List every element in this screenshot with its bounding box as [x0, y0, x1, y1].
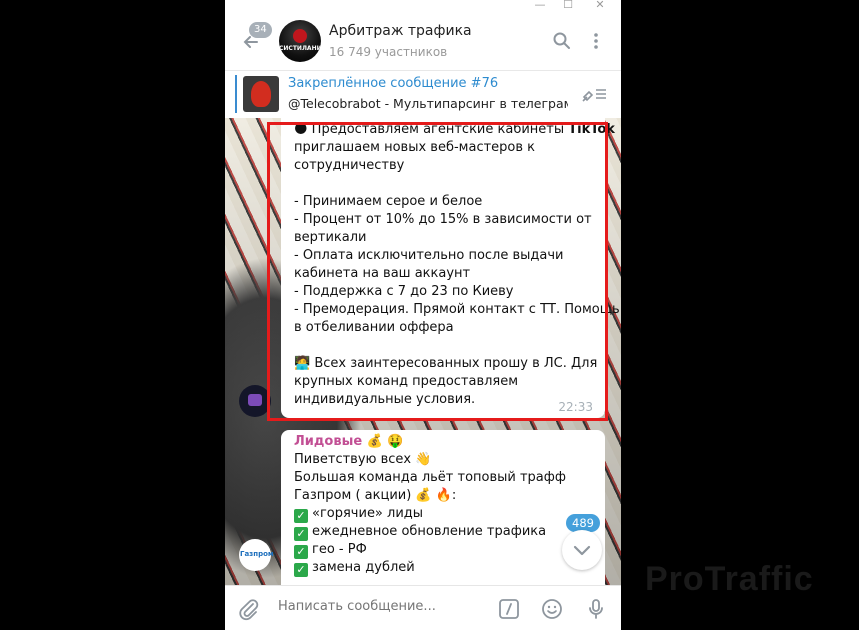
commands-icon[interactable] — [497, 597, 521, 621]
maximize-icon[interactable]: ☐ — [553, 0, 583, 14]
unread-messages-count: 489 — [572, 516, 594, 530]
message-composer — [225, 585, 621, 630]
message-line: Большая команда льёт топовый трафф — [294, 470, 567, 485]
avatar-text: СИСТИЛАНИЩЕ — [279, 45, 321, 52]
sender-avatar-label: Газпром — [240, 550, 274, 558]
chat-avatar[interactable]: СИСТИЛАНИЩЕ — [279, 20, 321, 62]
message-line: Пиветствую всех 👋 — [294, 452, 432, 467]
check-mark-icon: ✓ — [294, 527, 308, 541]
members-count: 16 749 участников — [329, 45, 448, 59]
pinned-thumbnail-figure — [251, 81, 271, 107]
message-input[interactable] — [278, 599, 478, 614]
pinned-text: @Telecobrabot - Мультипарсинг в телеграм — [288, 96, 568, 111]
emoji-icon[interactable] — [540, 597, 564, 621]
list-item-text: гео - РФ — [312, 542, 367, 557]
pinned-accent-bar — [235, 75, 237, 113]
check-mark-icon: ✓ — [294, 545, 308, 559]
message-list-item: ✓ замена дублей — [294, 559, 593, 577]
pinned-thumbnail — [243, 76, 279, 112]
check-mark-icon: ✓ — [294, 563, 308, 577]
chat-title[interactable]: Арбитраж трафика — [329, 23, 472, 39]
attach-icon[interactable] — [237, 597, 261, 621]
list-item-text: ежедневное обновление трафика — [312, 524, 547, 539]
more-menu-icon[interactable] — [586, 31, 606, 51]
microphone-icon[interactable] — [584, 597, 608, 621]
message-list-item: ✓ ежедневное обновление трафика — [294, 523, 593, 541]
chat-header: 34 СИСТИЛАНИЩЕ Арбитраж трафика 16 749 у… — [225, 14, 621, 71]
window-titlebar: — ☐ ✕ — [225, 0, 621, 14]
list-item-text: «горячие» лиды — [312, 506, 424, 521]
unread-count-badge: 34 — [249, 22, 272, 38]
pinned-message-bar[interactable]: Закреплённое сообщение #76 @Telecobrabot… — [225, 71, 621, 119]
unpin-icon[interactable] — [581, 83, 607, 105]
sender-avatar[interactable]: Газпром — [239, 539, 274, 571]
sender-name[interactable]: Лидовые 💰 🤑 — [294, 433, 593, 451]
search-icon[interactable] — [552, 31, 572, 51]
watermark: ProTraffic — [645, 560, 814, 598]
unread-count: 34 — [254, 24, 267, 35]
message-list-item: ✓ «горячие» лиды — [294, 505, 593, 523]
scroll-down-button[interactable] — [562, 530, 602, 570]
pinned-title: Закреплённое сообщение #76 — [288, 76, 499, 91]
message-line: Газпром ( акции) 💰 🔥: — [294, 488, 457, 503]
minimize-icon[interactable]: — — [525, 0, 555, 14]
list-item-text: замена дублей — [312, 560, 415, 575]
avatar-logo-icon — [293, 29, 307, 43]
message-list-item: ✓ гео - РФ — [294, 541, 593, 559]
close-window-icon[interactable]: ✕ — [585, 0, 615, 14]
highlight-frame — [267, 122, 608, 421]
chevron-down-icon — [573, 545, 591, 556]
avatar-figure-icon — [248, 394, 262, 406]
check-mark-icon: ✓ — [294, 509, 308, 523]
message-bubble[interactable]: Лидовые 💰 🤑 Пиветствую всех 👋 Большая ко… — [281, 430, 605, 585]
